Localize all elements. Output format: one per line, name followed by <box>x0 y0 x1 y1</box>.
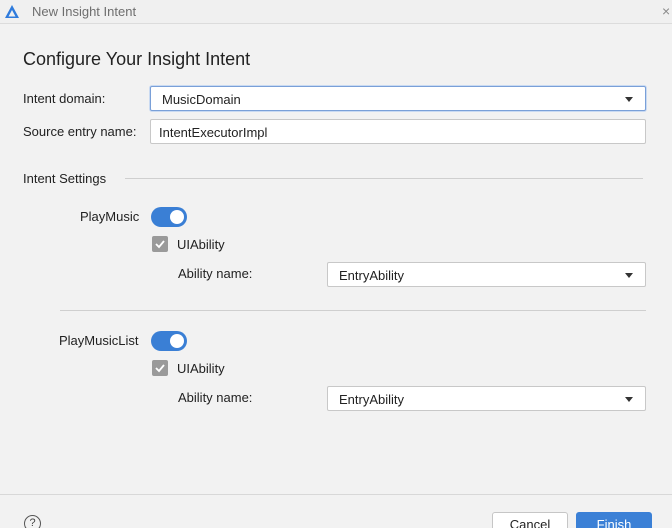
playmusiclist-uiability-checkbox[interactable] <box>152 360 168 376</box>
deveco-logo-icon <box>5 5 19 18</box>
playmusic-ability-name-select[interactable]: EntryAbility <box>327 262 646 287</box>
chevron-down-icon <box>625 97 633 102</box>
finish-button[interactable]: Finish <box>576 512 652 528</box>
playmusiclist-ability-name-select[interactable]: EntryAbility <box>327 386 646 411</box>
intent-name-playmusiclist: PlayMusicList <box>59 333 139 348</box>
toggle-knob <box>170 334 184 348</box>
window-title: New Insight Intent <box>32 4 137 19</box>
playmusic-uiability-label: UIAbility <box>177 237 225 252</box>
playmusiclist-toggle[interactable] <box>151 331 187 351</box>
intent-domain-select[interactable]: MusicDomain <box>150 86 646 111</box>
checkmark-icon <box>155 364 165 373</box>
source-entry-value: IntentExecutorImpl <box>159 125 268 140</box>
playmusic-ability-name-value: EntryAbility <box>339 268 405 283</box>
intent-divider <box>60 310 646 311</box>
playmusic-uiability-checkbox[interactable] <box>152 236 168 252</box>
checkmark-icon <box>155 240 165 249</box>
playmusiclist-ability-name-label: Ability name: <box>178 390 253 405</box>
title-bar: New Insight Intent × <box>0 0 672 24</box>
playmusic-ability-name-label: Ability name: <box>178 266 253 281</box>
question-circle-icon[interactable]: ? <box>24 515 41 528</box>
source-entry-label: Source entry name: <box>23 124 137 139</box>
page-title: Configure Your Insight Intent <box>23 49 251 69</box>
playmusic-toggle[interactable] <box>151 207 187 227</box>
playmusiclist-uiability-label: UIAbility <box>177 361 225 376</box>
section-divider <box>125 178 643 179</box>
toggle-knob <box>170 210 184 224</box>
close-icon[interactable]: × <box>662 3 670 19</box>
source-entry-input[interactable]: IntentExecutorImpl <box>150 119 646 144</box>
intent-name-playmusic: PlayMusic <box>80 209 140 224</box>
chevron-down-icon <box>625 273 633 278</box>
dialog-content: Configure Your Insight Intent Intent dom… <box>0 25 672 495</box>
chevron-down-icon <box>625 397 633 402</box>
intent-domain-label: Intent domain: <box>23 91 106 106</box>
footer-divider <box>0 494 672 495</box>
playmusiclist-ability-name-value: EntryAbility <box>339 392 405 407</box>
intent-settings-section-title: Intent Settings <box>23 171 107 186</box>
cancel-button[interactable]: Cancel <box>492 512 568 528</box>
intent-domain-value: MusicDomain <box>162 92 241 107</box>
